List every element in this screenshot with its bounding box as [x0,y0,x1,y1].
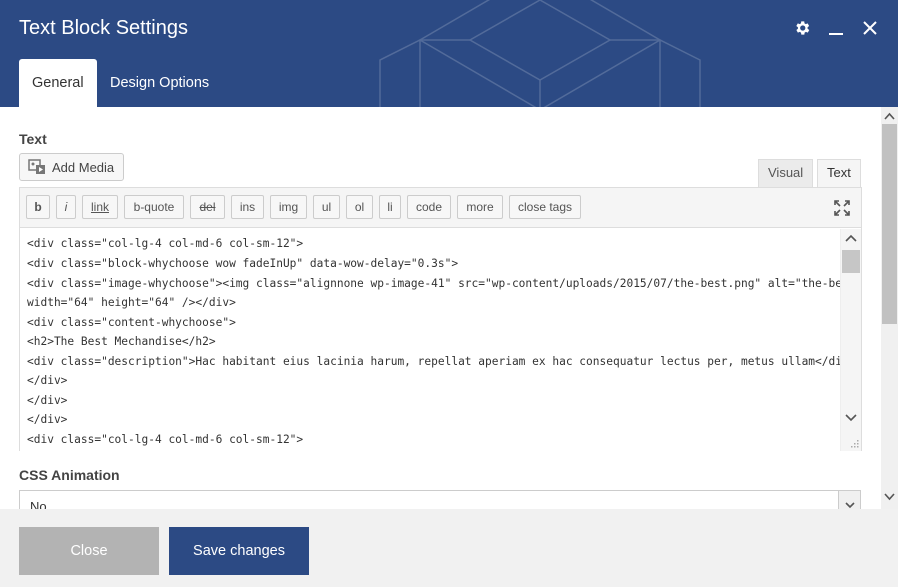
code-line: width="64" height="64" /></div> [27,296,236,309]
quicktag-li-button[interactable]: li [379,195,401,219]
modal-content: Text Add Media Visual Text b i link b-qu… [0,107,881,509]
css-animation-select[interactable]: No [19,490,861,509]
text-section-label: Text [19,131,47,147]
tab-general[interactable]: General [19,59,97,107]
quicktag-ul-button[interactable]: ul [313,195,340,219]
code-line: <div class="col-lg-4 col-md-6 col-sm-12"… [27,433,304,446]
chevron-up-icon[interactable] [845,233,857,243]
main-scrollbar[interactable] [881,107,898,509]
quicktag-more-button[interactable]: more [457,195,503,219]
quicktag-del-button[interactable]: del [190,195,225,219]
minimize-icon[interactable] [826,18,846,38]
tab-design-options[interactable]: Design Options [97,59,222,107]
modal-header: Text Block Settings General Design Optio… [0,0,898,107]
quicktag-italic-button[interactable]: i [56,195,76,219]
main-scrollbar-thumb[interactable] [882,124,897,324]
save-changes-button[interactable]: Save changes [169,527,309,575]
modal-footer: Close Save changes [0,509,898,587]
chevron-down-icon [844,502,855,509]
close-button[interactable]: Close [19,527,159,575]
quicktag-close-tags-button[interactable]: close tags [509,195,581,219]
code-line: <div class="block-whychoose wow fadeInUp… [27,257,459,270]
code-line: <div class="col-lg-4 col-md-6 col-sm-12"… [27,237,304,250]
quicktag-code-button[interactable]: code [407,195,451,219]
chevron-down-icon[interactable] [884,493,895,501]
select-arrow [838,491,860,509]
header-decoration [379,0,701,107]
quicktag-bold-button[interactable]: b [26,195,50,219]
resize-grip-icon[interactable] [849,438,859,448]
gear-icon[interactable] [792,18,812,38]
code-line: </div> [27,394,68,407]
close-icon[interactable] [860,18,880,38]
quicktag-bquote-button[interactable]: b-quote [124,195,184,219]
code-line: </div> [27,374,68,387]
code-scrollbar-thumb[interactable] [842,250,860,273]
media-icon [28,159,45,174]
quicktags-toolbar: b i link b-quote del ins img ul ol li co… [20,188,861,228]
code-line: <div class="content-whychoose"> [27,316,236,329]
code-textarea[interactable]: <div class="col-lg-4 col-md-6 col-sm-12"… [20,229,841,451]
tab-visual[interactable]: Visual [758,159,814,187]
chevron-down-icon[interactable] [845,413,857,423]
code-line: </div> [27,413,68,426]
quicktag-ol-button[interactable]: ol [346,195,373,219]
text-editor: b i link b-quote del ins img ul ol li co… [19,187,862,451]
modal-title: Text Block Settings [19,17,188,39]
add-media-label: Add Media [52,159,115,175]
css-animation-value: No [30,499,47,509]
quicktag-ins-button[interactable]: ins [231,195,264,219]
code-scrollbar[interactable] [840,229,861,451]
fullscreen-icon[interactable] [833,199,851,217]
chevron-up-icon[interactable] [884,112,895,120]
code-line: <h2>The Best Mechandise</h2> [27,335,216,348]
code-line: <div class="description">Hac habitant ei… [27,355,841,368]
tab-text[interactable]: Text [817,159,861,189]
quicktag-link-button[interactable]: link [82,195,118,219]
add-media-button[interactable]: Add Media [19,153,125,181]
code-line: <div class="image-whychoose"><img class=… [27,277,841,290]
quicktag-img-button[interactable]: img [270,195,307,219]
css-animation-label: CSS Animation [19,467,120,483]
